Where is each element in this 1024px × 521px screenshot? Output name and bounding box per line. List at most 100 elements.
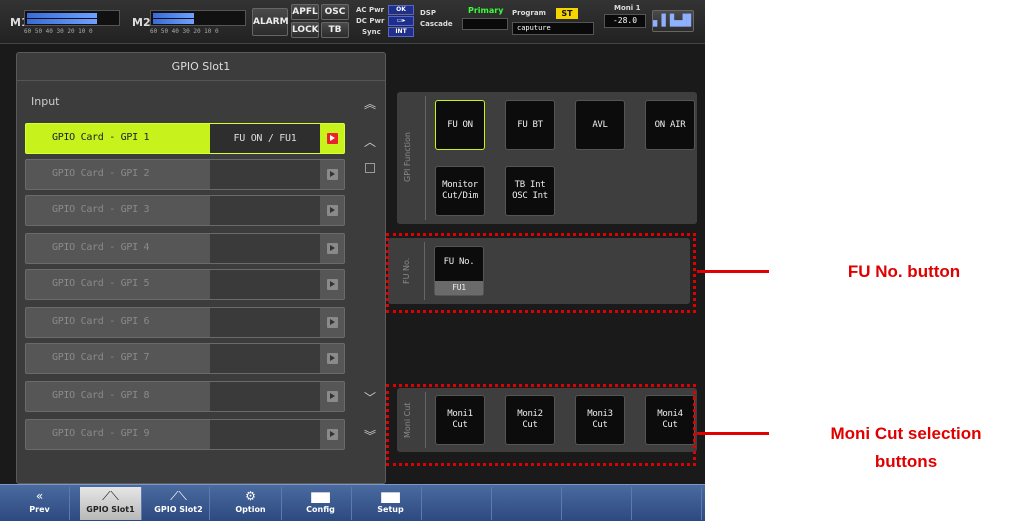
arrow-right-icon[interactable] — [327, 317, 338, 328]
gpio-icon: ⟋⟍ — [102, 489, 119, 503]
program-st-badge: ST — [556, 8, 578, 19]
sync-label: Sync — [362, 28, 381, 36]
moni-cut-callout-line1: Moni Cut selection — [830, 424, 982, 443]
alarm-button[interactable]: ALARM — [252, 8, 289, 36]
tb-indicator: TB — [321, 22, 349, 38]
ac-pwr-badge: OK — [388, 5, 414, 15]
nav-prev-button[interactable]: « Prev — [10, 487, 70, 520]
gpi-row-6[interactable]: GPIO Card - GPI 6 — [25, 307, 345, 338]
gpi-row-assignment — [210, 270, 320, 299]
gpi-row-7[interactable]: GPIO Card - GPI 7 — [25, 343, 345, 374]
gpi-row-assignment — [210, 196, 320, 225]
gpi-row-name: GPIO Card - GPI 1 — [52, 132, 150, 143]
arrow-right-icon[interactable] — [327, 279, 338, 290]
gpi-row-9[interactable]: GPIO Card - GPI 9 — [25, 419, 345, 450]
nav-label: Prev — [29, 505, 50, 514]
meter-m2-bar-r — [153, 19, 194, 24]
gpio-icon: ⟋⟍ — [170, 489, 187, 503]
gpi-row-name: GPIO Card - GPI 7 — [52, 352, 150, 363]
nav-config-button[interactable]: ▆▆ Config — [290, 487, 352, 520]
gpi-row-name: GPIO Card - GPI 9 — [52, 428, 150, 439]
meter-m2: M2 60 50 40 30 20 10 0 — [132, 8, 247, 36]
gpi-row-5[interactable]: GPIO Card - GPI 5 — [25, 269, 345, 300]
program-label: Program — [512, 9, 546, 17]
gpi-row-1[interactable]: GPIO Card - GPI 1 FU ON / FU1 — [25, 123, 345, 154]
gpio-slot-panel: GPIO Slot1 Input GPIO Card - GPI 1 FU ON… — [16, 52, 386, 484]
nav-gpio-slot1-button[interactable]: ⟋⟍ GPIO Slot1 — [80, 487, 142, 520]
moni-cut-highlight — [386, 384, 696, 466]
cascade-label: Cascade — [420, 20, 453, 28]
nav-empty-button — [500, 487, 562, 520]
nav-option-button[interactable]: ⚙ Option — [220, 487, 282, 520]
dc-pwr-label: DC Pwr — [356, 17, 385, 25]
meter-m1-scale: 60 50 40 30 20 10 0 — [24, 28, 93, 35]
gpi-row-name: GPIO Card - GPI 5 — [52, 278, 150, 289]
program-name: caputure — [512, 22, 594, 35]
lock-indicator: LOCK — [291, 22, 319, 38]
gpi-row-assignment — [210, 344, 320, 373]
fu-no-highlight — [386, 233, 696, 313]
nav-empty-button — [570, 487, 632, 520]
arrow-right-icon[interactable] — [327, 205, 338, 216]
arrow-right-icon[interactable] — [327, 133, 338, 144]
moni-value: -28.0 — [604, 14, 646, 28]
apfl-indicator: APFL — [291, 4, 319, 20]
gpi-row-3[interactable]: GPIO Card - GPI 3 — [25, 195, 345, 226]
input-section-label: Input — [31, 95, 60, 108]
fu-no-callout: FU No. button — [847, 262, 961, 281]
gpi-row-4[interactable]: GPIO Card - GPI 4 — [25, 233, 345, 264]
meter-view-button[interactable]: ▖▌▙▟▌ — [652, 10, 696, 32]
bottom-nav: « Prev ⟋⟍ GPIO Slot1 ⟋⟍ GPIO Slot2 ⚙ Opt… — [0, 484, 705, 521]
meter-m2-bar-l — [153, 13, 194, 18]
fu-bt-button[interactable]: FU BT — [505, 100, 555, 150]
nav-gpio-slot2-button[interactable]: ⟋⟍ GPIO Slot2 — [148, 487, 210, 520]
moni-cut-callout-line — [697, 432, 769, 435]
status-bar: M1 60 50 40 30 20 10 0 M2 60 50 40 30 20… — [0, 0, 705, 44]
on-air-button[interactable]: ON AIR — [645, 100, 695, 150]
arrow-right-icon[interactable] — [327, 169, 338, 180]
avl-button[interactable]: AVL — [575, 100, 625, 150]
gpi-row-2[interactable]: GPIO Card - GPI 2 — [25, 159, 345, 190]
nav-empty-button — [430, 487, 492, 520]
scroll-bottom-icon[interactable]: ︾ — [362, 427, 378, 444]
level-meter-icon: ▖▌▙▟▌ — [653, 14, 696, 27]
fu-on-button[interactable]: FU ON — [435, 100, 485, 150]
nav-setup-button[interactable]: ▆▆ Setup — [360, 487, 422, 520]
gpi-row-assignment — [210, 234, 320, 263]
scroll-down-icon[interactable]: ﹀ — [362, 389, 378, 406]
arrow-right-icon[interactable] — [327, 243, 338, 254]
nav-label: GPIO Slot2 — [154, 505, 203, 514]
dsp-primary-badge: Primary — [468, 6, 504, 15]
separator — [425, 96, 426, 220]
nav-label: Option — [235, 505, 266, 514]
gpi-row-assignment — [210, 160, 320, 189]
tb-int-osc-int-button[interactable]: TB Int OSC Int — [505, 166, 555, 216]
dc-pwr-battery-icon: ▭▸ — [388, 16, 414, 26]
ac-pwr-label: AC Pwr — [356, 6, 385, 14]
double-chevron-left-icon: « — [35, 489, 44, 503]
meter-m2-label: M2 — [132, 16, 151, 29]
arrow-right-icon[interactable] — [327, 429, 338, 440]
nav-empty-button — [640, 487, 702, 520]
arrow-right-icon[interactable] — [327, 353, 338, 364]
gpi-row-name: GPIO Card - GPI 6 — [52, 316, 150, 327]
book-icon: ▆▆ — [311, 489, 330, 503]
meter-m2-scale: 60 50 40 30 20 10 0 — [150, 28, 219, 35]
gpi-row-name: GPIO Card - GPI 3 — [52, 204, 150, 215]
gpi-row-name: GPIO Card - GPI 8 — [52, 390, 150, 401]
monitor-cut-dim-button[interactable]: Monitor Cut/Dim — [435, 166, 485, 216]
nav-label: Config — [306, 505, 335, 514]
gpi-row-8[interactable]: GPIO Card - GPI 8 — [25, 381, 345, 412]
moni-label: Moni 1 — [614, 4, 641, 12]
panel-title: GPIO Slot1 — [17, 53, 385, 81]
gpi-row-name: GPIO Card - GPI 2 — [52, 168, 150, 179]
scroll-up-icon[interactable]: ︿ — [362, 133, 378, 150]
arrow-right-icon[interactable] — [327, 391, 338, 402]
meter-m1-bar-r — [27, 19, 97, 24]
cascade-readout — [462, 18, 508, 30]
moni-cut-callout-line2: buttons — [874, 452, 938, 471]
gpi-function-label: GPI Function — [403, 132, 412, 182]
scroll-top-icon[interactable]: ︽ — [362, 95, 378, 112]
gears-icon: ⚙ — [245, 489, 256, 503]
scroll-position-icon[interactable] — [365, 163, 375, 173]
